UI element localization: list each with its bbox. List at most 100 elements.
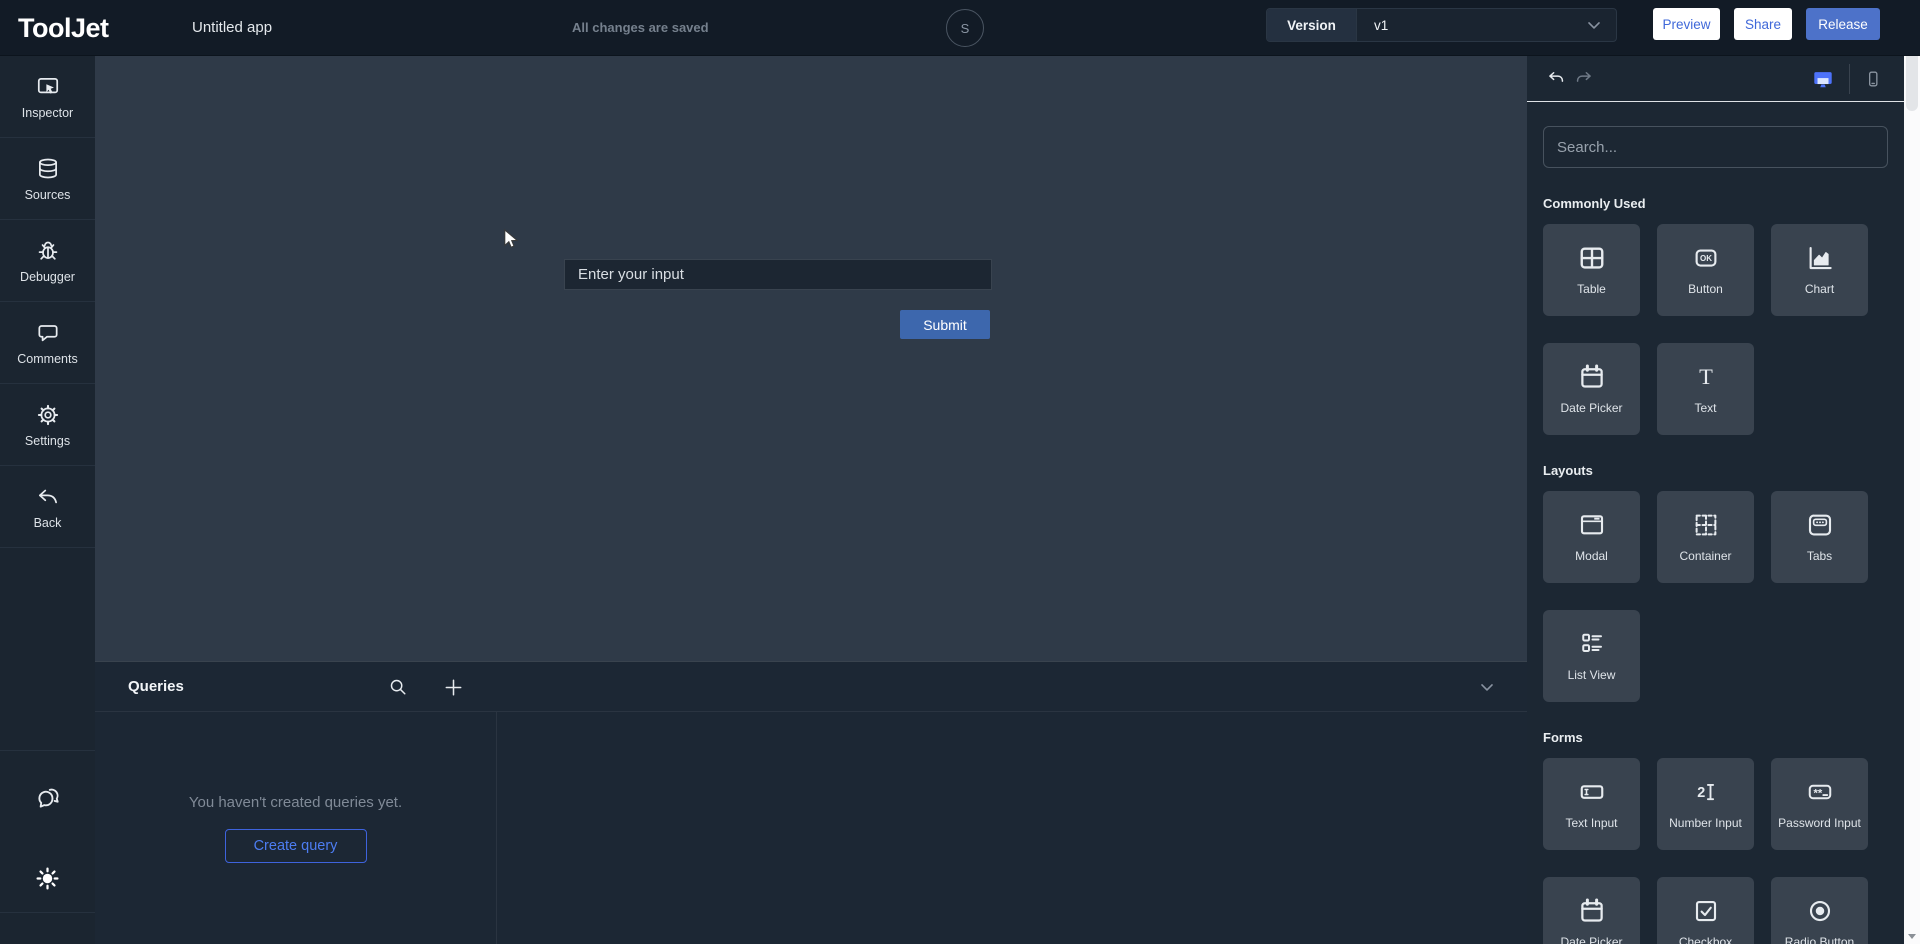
radio-button-icon: [1805, 896, 1835, 926]
chat-toggle-button[interactable]: [0, 750, 95, 845]
tabs-icon: [1805, 510, 1835, 540]
widgets-panel-header: [1527, 56, 1904, 102]
back-arrow-icon: [35, 484, 61, 510]
sidebar-nav: Inspector Sources Debugger Comments Sett…: [0, 56, 95, 548]
scrollbar-down-arrow[interactable]: [1904, 928, 1920, 944]
widget-grid: Modal Container Tabs List View: [1543, 491, 1888, 702]
page-scrollbar[interactable]: [1904, 0, 1920, 944]
chart-icon: [1805, 243, 1835, 273]
chat-bubbles-icon: [34, 784, 62, 812]
collapse-panel-icon[interactable]: [1475, 675, 1499, 699]
add-query-icon[interactable]: [441, 675, 465, 699]
widget-card-chart[interactable]: Chart: [1771, 224, 1868, 316]
save-status: All changes are saved: [572, 0, 709, 56]
bug-icon: [35, 238, 61, 264]
inspector-icon: [35, 74, 61, 100]
table-icon: [1577, 243, 1607, 273]
widget-sections: Commonly Used Table OK Button Chart Date…: [1543, 196, 1888, 944]
text-input-widget[interactable]: [564, 259, 992, 290]
widget-card-container[interactable]: Container: [1657, 491, 1754, 583]
queries-empty-message: You haven't created queries yet.: [189, 794, 402, 811]
svg-text:OK: OK: [1700, 254, 1712, 263]
share-button[interactable]: Share: [1734, 8, 1792, 40]
list-view-icon: [1577, 629, 1607, 659]
widget-section-commonly-used: Commonly Used Table OK Button Chart Date…: [1543, 196, 1888, 435]
number-input-icon: 2: [1691, 777, 1721, 807]
database-icon: [35, 156, 61, 182]
device-toggle-divider: [1849, 64, 1850, 94]
app-canvas[interactable]: Submit: [95, 56, 1527, 661]
widget-card-number-input[interactable]: 2 Number Input: [1657, 758, 1754, 850]
avatar[interactable]: S: [946, 9, 984, 47]
topbar: ToolJet Untitled app All changes are sav…: [0, 0, 1920, 56]
widget-card-radio-button[interactable]: Radio Button: [1771, 877, 1868, 944]
sidebar-item-inspector[interactable]: Inspector: [0, 56, 95, 138]
widget-card-text-input[interactable]: Text Input: [1543, 758, 1640, 850]
svg-text:2: 2: [1697, 785, 1705, 801]
calendar-icon: [1577, 362, 1607, 392]
version-dropdown[interactable]: Version v1: [1266, 8, 1617, 42]
left-sidebar: Inspector Sources Debugger Comments Sett…: [0, 56, 95, 944]
widget-card-table[interactable]: Table: [1543, 224, 1640, 316]
version-value: v1: [1357, 9, 1584, 41]
chevron-down-icon: [1584, 9, 1616, 41]
widget-card-checkbox[interactable]: Checkbox: [1657, 877, 1754, 944]
widget-section-title: Forms: [1543, 730, 1888, 746]
mouse-cursor: [500, 228, 523, 251]
version-label: Version: [1267, 9, 1357, 41]
svg-text:T: T: [1699, 364, 1713, 389]
redo-icon[interactable]: [1571, 67, 1595, 91]
text-input-icon: [1577, 777, 1607, 807]
widget-card-date-picker[interactable]: Date Picker: [1543, 877, 1640, 944]
sidebar-item-sources[interactable]: Sources: [0, 138, 95, 220]
theme-toggle-button[interactable]: [0, 845, 95, 913]
tooljet-logo: ToolJet: [18, 0, 109, 56]
app-name[interactable]: Untitled app: [192, 0, 272, 56]
create-query-button[interactable]: Create query: [225, 829, 367, 863]
widget-section-title: Layouts: [1543, 463, 1888, 479]
queries-title: Queries: [128, 662, 184, 712]
widget-card-password-input[interactable]: ** Password Input: [1771, 758, 1868, 850]
sidebar-item-comments[interactable]: Comments: [0, 302, 95, 384]
widget-grid: Text Input 2 Number Input ** Password In…: [1543, 758, 1888, 944]
comment-icon: [35, 320, 61, 346]
widget-card-date-picker[interactable]: Date Picker: [1543, 343, 1640, 435]
widget-card-modal[interactable]: Modal: [1543, 491, 1640, 583]
queries-body: You haven't created queries yet. Create …: [95, 712, 1527, 944]
queries-empty-state: You haven't created queries yet. Create …: [95, 712, 497, 944]
widget-section-layouts: Layouts Modal Container Tabs List View: [1543, 463, 1888, 702]
desktop-view-icon[interactable]: [1811, 67, 1835, 91]
sidebar-item-back[interactable]: Back: [0, 466, 95, 548]
widget-search-input[interactable]: [1543, 126, 1888, 168]
widget-card-text[interactable]: T Text: [1657, 343, 1754, 435]
password-input-icon: **: [1805, 777, 1835, 807]
submit-button-widget[interactable]: Submit: [900, 310, 990, 339]
sidebar-item-debugger[interactable]: Debugger: [0, 220, 95, 302]
sun-theme-icon: [34, 865, 61, 892]
modal-icon: [1577, 510, 1607, 540]
gear-icon: [35, 402, 61, 428]
widgets-panel: Commonly Used Table OK Button Chart Date…: [1527, 56, 1904, 944]
search-icon[interactable]: [386, 675, 410, 699]
tooljet-app-builder: ToolJet Untitled app All changes are sav…: [0, 0, 1920, 944]
release-button[interactable]: Release: [1806, 8, 1880, 40]
calendar-icon: [1577, 896, 1607, 926]
button-ok-icon: OK: [1691, 243, 1721, 273]
container-icon: [1691, 510, 1721, 540]
mobile-view-icon[interactable]: [1861, 67, 1885, 91]
widget-card-tabs[interactable]: Tabs: [1771, 491, 1868, 583]
sidebar-item-settings[interactable]: Settings: [0, 384, 95, 466]
widget-section-forms: Forms Text Input 2 Number Input ** Passw…: [1543, 730, 1888, 944]
svg-text:**: **: [1813, 788, 1822, 800]
checkbox-icon: [1691, 896, 1721, 926]
queries-header: Queries: [95, 662, 1527, 712]
undo-icon[interactable]: [1545, 67, 1569, 91]
preview-button[interactable]: Preview: [1653, 8, 1720, 40]
widget-card-list-view[interactable]: List View: [1543, 610, 1640, 702]
widget-card-button[interactable]: OK Button: [1657, 224, 1754, 316]
queries-panel: Queries You haven't created queries yet.…: [95, 661, 1527, 944]
widget-section-title: Commonly Used: [1543, 196, 1888, 212]
widgets-body: Commonly Used Table OK Button Chart Date…: [1527, 102, 1904, 944]
text-icon: T: [1691, 362, 1721, 392]
widget-grid: Table OK Button Chart Date Picker T Text: [1543, 224, 1888, 435]
